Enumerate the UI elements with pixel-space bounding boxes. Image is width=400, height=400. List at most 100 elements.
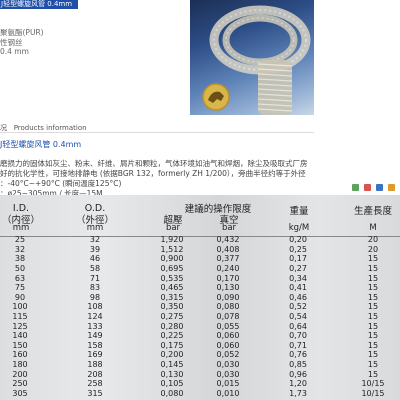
cell-weight: 0,85 (289, 360, 307, 369)
cell-length: 15 (367, 302, 379, 311)
share-red-icon[interactable] (364, 184, 371, 191)
header-id-unit: mm (12, 223, 30, 233)
header-length-unit: M (369, 223, 377, 233)
cell-weight: 0,71 (289, 341, 307, 350)
cell-weight: 0,54 (289, 312, 307, 321)
cell-id: 38 (14, 254, 26, 263)
cell-id: 32 (14, 245, 26, 254)
share-green-icon[interactable] (352, 184, 359, 191)
cell-length: 15 (367, 312, 379, 321)
cell-id: 250 (12, 379, 28, 388)
cell-over: 0,200 (160, 350, 184, 359)
cell-vac: 0,090 (216, 293, 240, 302)
cell-length: 20 (367, 235, 379, 244)
cell-id: 90 (14, 293, 26, 302)
cell-over: 0,280 (160, 322, 184, 331)
cell-weight: 0,52 (289, 302, 307, 311)
cell-weight: 0,76 (289, 350, 307, 359)
cell-over: 0,315 (160, 293, 184, 302)
share-blue-icon[interactable] (376, 184, 383, 191)
product-title-bar: J轻型螺旋风管 0.4mm (0, 0, 78, 9)
cell-vac: 0,432 (216, 235, 240, 244)
section-label-en: Products information (13, 124, 87, 132)
cell-id: 50 (14, 264, 26, 273)
table-row: 305 315 0,080 0,010 1,73 10/15 (0, 389, 400, 399)
cell-vac: 0,010 (216, 389, 240, 398)
cell-vac: 0,060 (216, 341, 240, 350)
cell-over: 1,512 (160, 245, 184, 254)
cell-over: 0,900 (160, 254, 184, 263)
cell-length: 10/15 (361, 389, 385, 398)
cell-over: 0,105 (160, 379, 184, 388)
cell-vac: 0,030 (216, 370, 240, 379)
table-row: 38 46 0,900 0,377 0,17 15 (0, 254, 400, 264)
share-bar (352, 184, 400, 191)
cell-length: 15 (367, 360, 379, 369)
cell-over: 0,275 (160, 312, 184, 321)
section-divider (0, 132, 314, 133)
cell-od: 169 (87, 350, 103, 359)
cell-weight: 0,64 (289, 322, 307, 331)
cell-od: 208 (87, 370, 103, 379)
section-label: 况 (0, 124, 7, 132)
cell-over: 0,130 (160, 370, 184, 379)
cell-weight: 1,73 (289, 389, 307, 398)
product-name-link[interactable]: J轻型螺旋风管 0.4mm (0, 139, 81, 150)
cell-over: 1,920 (160, 235, 184, 244)
cell-od: 149 (87, 331, 103, 340)
cell-od: 133 (87, 322, 103, 331)
cell-vac: 0,052 (216, 350, 240, 359)
header-length: 生產長度 (353, 206, 392, 217)
cell-od: 83 (89, 283, 101, 292)
cell-id: 63 (14, 274, 26, 283)
cell-weight: 0,20 (289, 235, 307, 244)
cell-over: 0,145 (160, 360, 184, 369)
cell-vac: 0,055 (216, 322, 240, 331)
table-row: 160 169 0,200 0,052 0,76 15 (0, 350, 400, 360)
cell-length: 15 (367, 293, 379, 302)
share-orange-icon[interactable] (388, 184, 395, 191)
cell-od: 98 (89, 293, 101, 302)
cell-weight: 0,70 (289, 331, 307, 340)
cell-od: 71 (89, 274, 101, 283)
table-row: 115 124 0,275 0,078 0,54 15 (0, 312, 400, 322)
table-row: 140 149 0,225 0,060 0,70 15 (0, 331, 400, 341)
spec-thickness: 0.4 mm (0, 47, 29, 56)
cell-weight: 0,34 (289, 274, 307, 283)
cell-od: 46 (89, 254, 101, 263)
cell-vac: 0,078 (216, 312, 240, 321)
product-photo (190, 0, 314, 115)
cell-od: 32 (89, 235, 101, 244)
cell-od: 258 (87, 379, 103, 388)
cell-vac: 0,080 (216, 302, 240, 311)
cell-length: 15 (367, 274, 379, 283)
cell-weight: 1,20 (289, 379, 307, 388)
table-row: 250 258 0,105 0,015 1,20 10/15 (0, 379, 400, 389)
table-row: 100 108 0,350 0,080 0,52 15 (0, 302, 400, 312)
cell-vac: 0,130 (216, 283, 240, 292)
table-row: 25 32 1,920 0,432 0,20 20 (0, 235, 400, 245)
cell-weight: 0,41 (289, 283, 307, 292)
cell-vac: 0,015 (216, 379, 240, 388)
header-weight: 重量 (289, 206, 309, 217)
cell-over: 0,695 (160, 264, 184, 273)
cell-vac: 0,377 (216, 254, 240, 263)
cell-length: 15 (367, 283, 379, 292)
table-row: 50 58 0,695 0,240 0,27 15 (0, 264, 400, 274)
cell-length: 15 (367, 322, 379, 331)
cell-id: 150 (12, 341, 28, 350)
cell-vac: 0,170 (216, 274, 240, 283)
header-od-unit: mm (86, 223, 104, 233)
cell-id: 75 (14, 283, 26, 292)
cell-weight: 0,27 (289, 264, 307, 273)
cell-id: 100 (12, 302, 28, 311)
cell-vac: 0,240 (216, 264, 240, 273)
cell-od: 158 (87, 341, 103, 350)
cell-od: 58 (89, 264, 101, 273)
cell-length: 15 (367, 264, 379, 273)
cell-over: 0,225 (160, 331, 184, 340)
cell-length: 15 (367, 370, 379, 379)
cell-over: 0,175 (160, 341, 184, 350)
cell-weight: 0,17 (289, 254, 307, 263)
cell-id: 200 (12, 370, 28, 379)
